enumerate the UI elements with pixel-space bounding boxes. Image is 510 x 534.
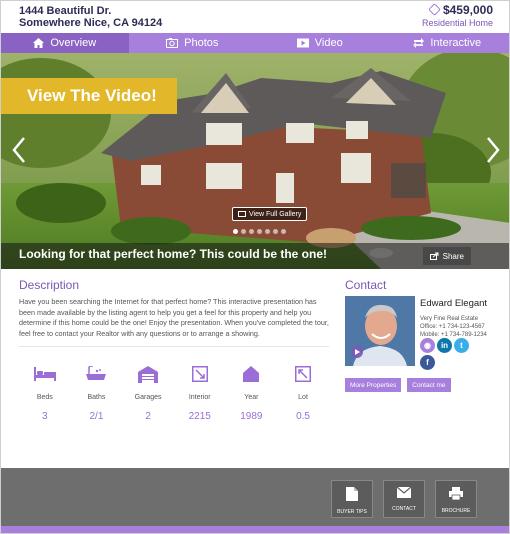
agent-company: Very Fine Real Estate <box>420 316 479 322</box>
website-icon[interactable]: ◉ <box>420 338 435 353</box>
slide-dot[interactable] <box>249 229 254 234</box>
stat-baths-label: Baths <box>87 394 106 401</box>
contact-heading: Contact <box>345 278 387 292</box>
tab-overview[interactable]: Overview <box>1 33 129 53</box>
brochure-label: BROCHURE <box>441 508 471 514</box>
brochure-button[interactable]: BROCHURE <box>435 480 477 518</box>
chevron-left-icon[interactable] <box>9 135 29 165</box>
agent-portrait <box>345 296 415 366</box>
envelope-icon <box>396 486 412 498</box>
contact-section: Contact Edward Elegant Very Fine Real Es… <box>345 278 495 392</box>
share-button[interactable]: Share <box>422 247 471 265</box>
photos-icon <box>166 38 179 48</box>
tab-interactive[interactable]: Interactive <box>384 33 510 53</box>
slide-dot[interactable] <box>273 229 278 234</box>
lot-icon <box>295 366 312 382</box>
buyer-tips-button[interactable]: BUYER TIPS <box>331 480 373 518</box>
bath-icon <box>86 366 107 380</box>
contact-me-button[interactable]: Contact me <box>407 378 451 392</box>
slide-dots <box>233 229 286 234</box>
gallery-icon <box>238 211 246 217</box>
stat-interior-value: 2215 <box>188 411 211 422</box>
caption-bar: Looking for that perfect home? This coul… <box>1 243 509 269</box>
twitter-icon[interactable]: t <box>454 338 469 353</box>
bed-icon <box>33 367 56 381</box>
share-label: Share <box>442 251 464 261</box>
description-text: Have you been searching the Internet for… <box>19 297 329 338</box>
price-tag-icon <box>428 3 441 16</box>
slide-dot[interactable] <box>233 229 238 234</box>
printer-icon <box>449 487 463 501</box>
more-properties-button[interactable]: More Properties <box>345 378 402 392</box>
listing-page: 1444 Beautiful Dr. Somewhere Nice, CA 94… <box>0 0 510 534</box>
hero-caption: Looking for that perfect home? This coul… <box>19 247 328 261</box>
stat-baths-value: 2/1 <box>89 411 104 422</box>
slide-dot[interactable] <box>241 229 246 234</box>
property-type: Residential Home <box>421 18 493 28</box>
tab-overview-label: Overview <box>50 37 97 49</box>
buyer-tips-label: BUYER TIPS <box>337 509 367 515</box>
document-icon <box>346 487 358 501</box>
description-section: Description Have you been searching the … <box>19 278 329 339</box>
tab-photos[interactable]: Photos <box>129 33 257 53</box>
slide-dot[interactable] <box>257 229 262 234</box>
social-links: ◉ in t f <box>420 338 480 370</box>
bottom-accent-strip <box>1 526 509 533</box>
garage-icon <box>138 365 159 383</box>
address-line1: 1444 Beautiful Dr. <box>19 5 112 17</box>
price: $459,000 <box>442 3 493 17</box>
share-icon <box>429 252 439 260</box>
tab-interactive-label: Interactive <box>430 37 482 49</box>
stat-year: Year 1989 <box>226 363 278 422</box>
stat-year-label: Year <box>244 394 259 401</box>
slide-dot[interactable] <box>265 229 270 234</box>
footer: BUYER TIPS CONTACT BROCHURE <box>1 468 509 526</box>
stat-garages-label: Garages <box>134 394 162 401</box>
stat-interior-label: Interior <box>188 394 211 401</box>
tab-video-label: Video <box>314 37 343 49</box>
stat-interior: Interior 2215 <box>174 363 226 422</box>
property-stats: Beds 3 Baths 2/1 Garages 2 Interior 2215… <box>19 363 329 422</box>
agent-details: Very Fine Real Estate Office: +1 734-123… <box>420 315 487 339</box>
description-heading: Description <box>19 278 80 292</box>
stat-year-value: 1989 <box>240 411 263 422</box>
stat-beds: Beds 3 <box>19 363 71 422</box>
agent-name: Edward Elegant <box>420 298 488 309</box>
slide-dot[interactable] <box>281 229 286 234</box>
stat-garages-value: 2 <box>145 411 151 422</box>
tab-video[interactable]: Video <box>256 33 384 53</box>
video-icon <box>296 38 309 48</box>
agent-photo <box>345 296 415 366</box>
gallery-button-label: View Full Gallery <box>249 210 302 218</box>
contact-button[interactable]: CONTACT <box>383 480 425 518</box>
interactive-icon <box>413 38 425 48</box>
stat-beds-label: Beds <box>36 394 53 401</box>
home-icon <box>33 38 45 48</box>
year-icon <box>243 366 260 382</box>
tab-photos-label: Photos <box>184 37 219 49</box>
header: 1444 Beautiful Dr. Somewhere Nice, CA 94… <box>1 1 509 33</box>
contact-buttons: More Properties Contact me <box>345 378 451 392</box>
address-line2: Somewhere Nice, CA 94124 <box>19 17 163 29</box>
stat-lot-value: 0.5 <box>296 411 310 422</box>
stat-baths: Baths 2/1 <box>71 363 123 422</box>
stat-lot-label: Lot <box>298 394 308 401</box>
stat-beds-value: 3 <box>42 411 48 422</box>
main-nav: Overview Photos Video Interactive <box>1 33 510 53</box>
price-block: $459,000 Residential Home <box>421 3 493 29</box>
interior-icon <box>191 366 208 382</box>
property-address: 1444 Beautiful Dr. Somewhere Nice, CA 94… <box>19 5 162 29</box>
chevron-right-icon[interactable] <box>483 135 503 165</box>
hero-gallery: View The Video! View Full Gallery Lookin… <box>1 53 509 269</box>
stat-garages: Garages 2 <box>122 363 174 422</box>
contact-label: CONTACT <box>392 506 416 512</box>
view-full-gallery-button[interactable]: View Full Gallery <box>232 207 308 221</box>
facebook-icon[interactable]: f <box>420 355 435 370</box>
linkedin-icon[interactable]: in <box>437 338 452 353</box>
stat-lot: Lot 0.5 <box>277 363 329 422</box>
divider <box>19 346 329 347</box>
agent-office-phone: Office: +1 734-123-4567 <box>420 324 485 330</box>
view-video-banner[interactable]: View The Video! <box>1 78 177 114</box>
